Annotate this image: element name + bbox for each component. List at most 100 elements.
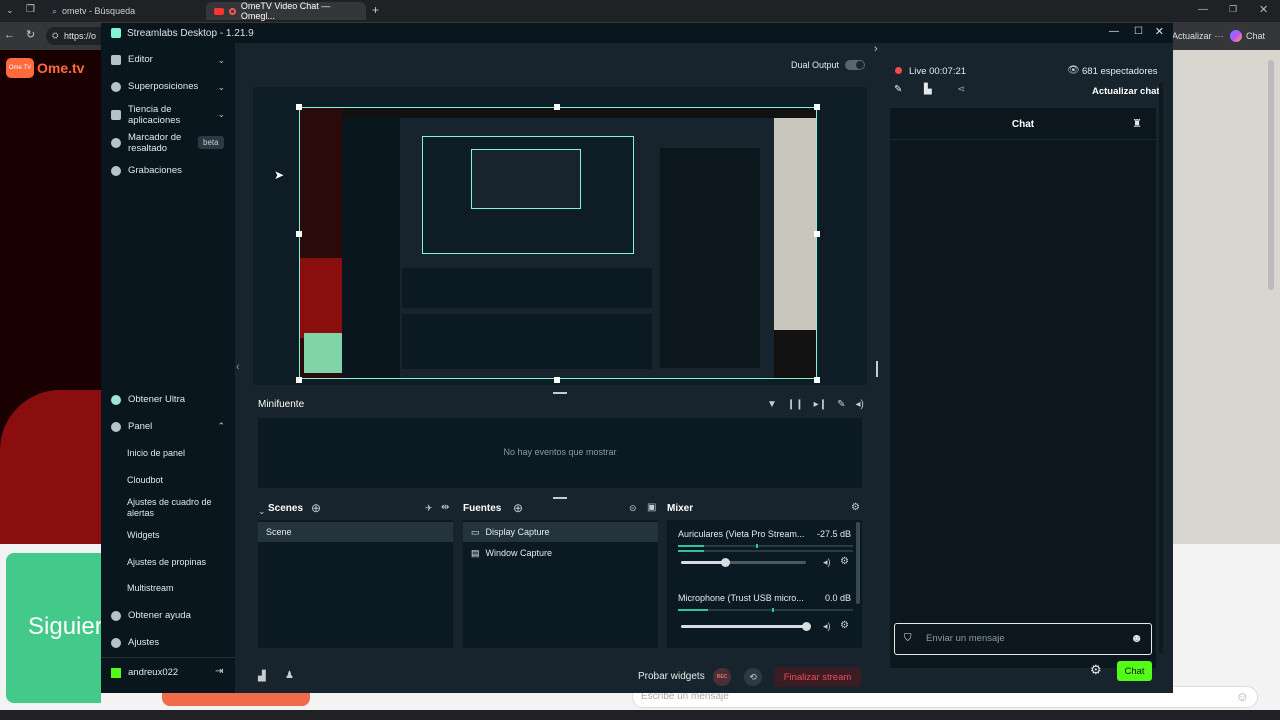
logout-icon[interactable]: ⇥ [215,666,223,677]
update-button[interactable]: Actualizar ··· [1172,27,1224,45]
add-scene-icon[interactable]: ⊕ [311,501,321,515]
new-tab-button[interactable]: + [372,3,379,17]
share-icon[interactable]: ⋖ [957,84,965,95]
volume-knob[interactable] [720,558,730,567]
test-widgets-label[interactable]: Probar widgets [638,671,705,682]
drag-handle[interactable] [553,392,567,394]
volume-slider-fill [681,561,725,564]
users-icon[interactable]: ♜ [1132,117,1142,130]
tab-ometv[interactable]: OmeTV Video Chat — Omegl... [206,1,366,21]
camera-icon[interactable]: ▙ [924,84,932,95]
resize-handle[interactable] [814,231,820,237]
bell-icon[interactable]: ♟ [285,670,294,681]
collapse-sidebar-icon[interactable]: ‹ [236,361,240,373]
resize-handle[interactable] [814,377,820,383]
transition-icon[interactable]: ⇹ [441,502,449,513]
resize-handle[interactable] [554,377,560,383]
chevron-down-icon[interactable]: ⌄ [217,82,225,93]
sidebar-sub-widgets[interactable]: Widgets [127,530,160,540]
sidebar-item-settings[interactable]: Ajustes [111,637,159,648]
source-row[interactable]: ▤ Window Capture [463,543,658,563]
gear-icon[interactable]: ⚙ [840,620,849,631]
pin-icon[interactable]: ✈ [425,503,433,514]
filter-icon[interactable]: ▼ [767,399,777,410]
minimize-icon[interactable]: — [1109,26,1119,37]
chat-scrollbar[interactable] [1159,83,1163,653]
copilot-chat-button[interactable]: Chat [1230,27,1276,45]
sidebar-item-highlighter[interactable]: Marcador de resaltado [111,132,201,154]
sidebar-item-recordings[interactable]: Grabaciones [111,165,182,176]
drag-handle[interactable] [553,497,567,499]
resize-handle[interactable] [296,104,302,110]
maximize-icon[interactable]: ❐ [1229,4,1237,15]
emoji-icon[interactable]: ☻ [1130,631,1143,645]
scenes-collapse-icon[interactable]: ⌄ [258,506,266,517]
end-stream-button[interactable]: Finalizar stream [774,667,861,687]
skip-icon[interactable]: ▸❙ [814,399,827,410]
page-scrollbar[interactable] [1268,60,1274,290]
gear-icon[interactable]: ⚙ [1090,662,1102,678]
stats-icon[interactable]: ▟ [258,671,266,682]
volume-knob[interactable] [802,622,811,631]
workspaces-icon[interactable]: ❒ [26,4,35,15]
lock-all-icon[interactable]: ⊝ [629,503,637,514]
rec-button[interactable]: REC [713,668,731,686]
chevron-up-icon[interactable]: ⌃ [217,421,225,432]
close-icon[interactable]: ✕ [1259,3,1268,16]
chat-label: Chat [1246,31,1266,41]
sidebar-item-help[interactable]: Obtener ayuda [111,610,191,621]
back-icon[interactable]: ← [4,29,15,41]
close-icon[interactable]: ✕ [1155,25,1164,38]
add-source-icon[interactable]: ⊕ [513,501,523,515]
resize-handle[interactable] [554,104,560,110]
sidebar-item-ultra[interactable]: Obtener Ultra [111,394,185,405]
chevron-down-icon[interactable]: ⌄ [217,109,225,120]
sidebar-sub-multistream[interactable]: Multistream [127,583,174,593]
speaker-icon[interactable]: ◂) [823,621,831,632]
speaker-icon[interactable]: ◂) [823,557,831,568]
chat-input[interactable]: ⛉ Enviar un mensaje ☻ [894,623,1152,655]
collapse-chat-icon[interactable]: › [874,43,878,55]
tab-menu-icon[interactable]: ⌄ [6,5,14,16]
resize-handle[interactable] [296,231,302,237]
sidebar-item-label: Superposiciones [128,81,199,92]
tab-search[interactable]: ⌕ ometv - Búsqueda [44,2,204,20]
sidebar-item-panel[interactable]: Panel [111,421,152,432]
replay-button[interactable]: ⟲ [744,668,762,686]
pane-splitter[interactable] [876,361,878,377]
mixer-scrollbar[interactable] [856,522,860,604]
gear-icon[interactable]: ⚙ [840,556,849,567]
pause-icon[interactable]: ❙❙ [787,399,804,410]
user-account[interactable]: andreux022 [111,667,178,678]
folder-icon[interactable]: ▣ [647,502,656,513]
scene-row[interactable]: Scene [258,522,453,542]
sidebar-sub-dashboard[interactable]: Inicio de panel [127,448,185,458]
maximize-icon[interactable]: ☐ [1134,26,1143,37]
sidebar-sub-cloudbot[interactable]: Cloudbot [127,475,163,485]
pencil-icon[interactable]: ✎ [894,84,902,95]
dual-output-toggle[interactable]: Dual Output [791,60,866,70]
chevron-down-icon[interactable]: ⌄ [217,55,225,66]
volume-slider[interactable] [681,558,806,567]
sidebar-item-overlays[interactable]: Superposiciones [111,81,198,92]
sidebar-sub-alertbox[interactable]: Ajustes de cuadro de alertas [127,497,219,519]
preview-canvas[interactable] [253,87,867,385]
reload-icon[interactable]: ↻ [26,28,35,41]
emoji-icon[interactable]: ☺ [1236,689,1249,704]
minimize-icon[interactable]: — [1198,4,1208,15]
send-chat-button[interactable]: Chat [1117,661,1152,681]
resize-handle[interactable] [814,104,820,110]
resize-handle[interactable] [296,377,302,383]
next-button[interactable]: Siguier [6,553,103,703]
sidebar-sub-tips[interactable]: Ajustes de propinas [127,557,206,567]
sidebar-item-appstore[interactable]: Tiencia de aplicaciones [111,104,203,126]
toggle-switch[interactable] [845,60,866,70]
display-capture-preview[interactable] [299,107,817,379]
sidebar-item-editor[interactable]: Editor [111,54,153,65]
volume-slider[interactable] [681,622,811,631]
gear-icon[interactable]: ⚙ [851,502,860,513]
source-row[interactable]: ▭ Display Capture [463,522,658,542]
refresh-chat-button[interactable]: Actualizar chat [1092,86,1160,97]
mute-alerts-icon[interactable]: ✎ [837,399,845,410]
volume-icon[interactable]: ◂) [855,399,863,410]
